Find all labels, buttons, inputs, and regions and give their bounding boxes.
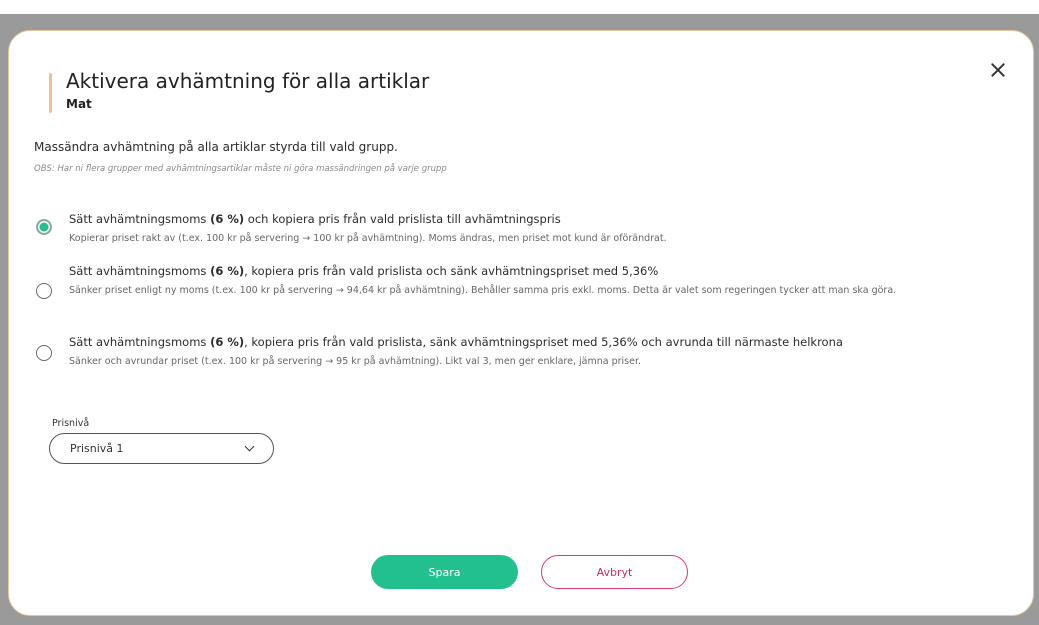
cancel-button[interactable]: Avbryt [541,555,688,589]
price-level-value: Prisnivå 1 [70,442,124,455]
radio-option-1[interactable] [36,219,52,235]
radio-option-3[interactable] [36,345,52,361]
save-button[interactable]: Spara [371,555,518,589]
option-3-description: Sänker och avrundar priset (t.ex. 100 kr… [69,356,642,367]
option-2-description: Sänker priset enligt ny moms (t.ex. 100 … [69,285,897,296]
dialog-subtitle: Mat [66,97,92,111]
price-level-label: Prisnivå [52,418,90,429]
option-1-title: Sätt avhämtningsmoms (6 %) och kopiera p… [69,212,561,226]
dialog: Aktivera avhämtning för alla artiklar Ma… [8,30,1034,616]
option-2-title: Sätt avhämtningsmoms (6 %), kopiera pris… [69,264,659,278]
title-accent-bar [49,73,52,113]
dialog-note: OBS: Har ni flera grupper med avhämtning… [34,164,447,174]
option-1-description: Kopierar priset rakt av (t.ex. 100 kr på… [69,233,667,244]
dialog-title: Aktivera avhämtning för alla artiklar [66,69,430,93]
radio-option-2[interactable] [36,283,52,299]
top-band [0,0,1039,14]
chevron-down-icon [244,441,255,452]
option-3-title: Sätt avhämtningsmoms (6 %), kopiera pris… [69,335,843,349]
close-icon[interactable] [985,57,1011,83]
dialog-description: Massändra avhämtning på alla artiklar st… [34,140,398,154]
price-level-select[interactable]: Prisnivå 1 [49,433,274,464]
